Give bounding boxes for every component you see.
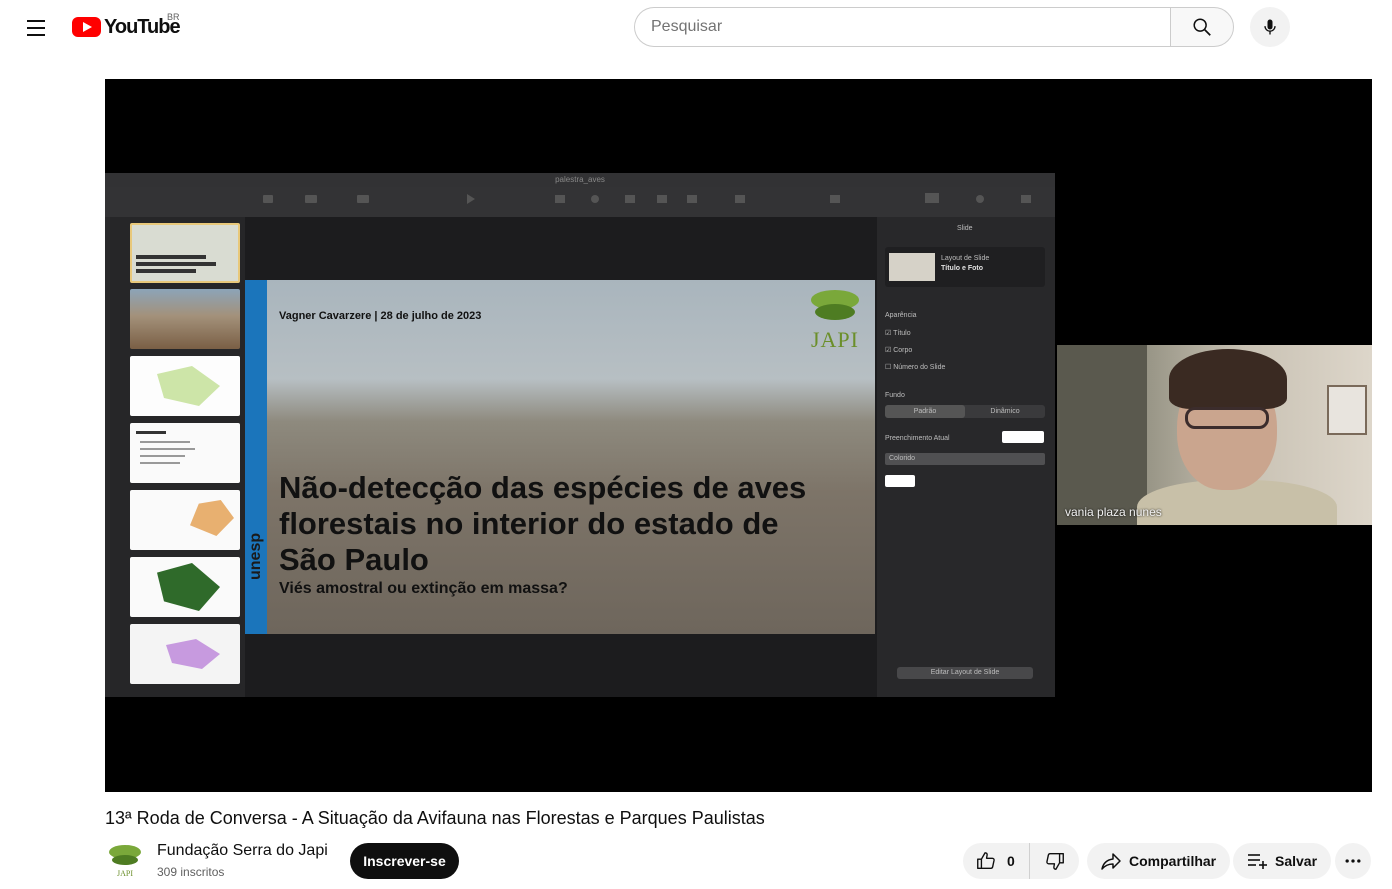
more-actions-button[interactable] xyxy=(1335,843,1371,879)
avatar-text: JAPI xyxy=(117,869,134,878)
appearance-heading: Aparência xyxy=(885,312,917,319)
unesp-logo: unesp xyxy=(247,532,264,580)
video-player[interactable]: palestra_aves unesp Vagner Cavarzere | 2… xyxy=(105,79,1372,792)
person-hair xyxy=(1169,349,1287,409)
japi-logo-text: JAPI xyxy=(810,327,859,352)
wall-cabinet xyxy=(1057,345,1147,525)
layout-value: Título e Foto xyxy=(941,265,983,272)
participant-video: vania plaza nunes xyxy=(1057,345,1372,525)
body-checkbox-label: Corpo xyxy=(893,347,913,354)
title-checkbox-label: Título xyxy=(893,330,911,337)
share-label: Compartilhar xyxy=(1129,853,1217,869)
keynote-window: palestra_aves unesp Vagner Cavarzere | 2… xyxy=(105,173,1055,697)
thumbs-up-icon xyxy=(977,852,995,870)
like-count: 0 xyxy=(1007,853,1015,869)
slide-title: Não-detecção das espécies de aves flores… xyxy=(279,470,807,577)
fill-label: Preenchimento Atual xyxy=(885,435,950,442)
participant-name: vania plaza nunes xyxy=(1065,505,1162,519)
leaf-icon xyxy=(811,290,859,320)
share-button[interactable]: Compartilhar xyxy=(1087,843,1231,879)
slide-canvas: unesp Vagner Cavarzere | 28 de julho de … xyxy=(245,217,877,697)
layout-selector[interactable]: Layout de Slide Título e Foto xyxy=(885,247,1045,287)
body-checkbox[interactable]: ☑ Corpo xyxy=(885,346,912,354)
slide-thumbnail[interactable] xyxy=(130,423,240,483)
like-button[interactable]: 0 xyxy=(963,843,1030,879)
channel-name[interactable]: Fundação Serra do Japi xyxy=(157,842,328,860)
search-input[interactable]: Pesquisar xyxy=(634,7,1171,47)
microphone-icon xyxy=(1264,19,1276,35)
menu-line xyxy=(27,20,45,22)
keynote-toolbar-icons xyxy=(263,193,1031,204)
keynote-titlebar: palestra_aves xyxy=(105,173,1055,187)
share-icon xyxy=(1101,853,1121,870)
color-swatch[interactable] xyxy=(885,475,915,487)
inspector-tab[interactable]: Slide xyxy=(957,225,973,232)
slide-subtitle: Viés amostral ou extinção em massa? xyxy=(279,580,568,597)
fill-type-select[interactable]: Colorido xyxy=(885,453,1045,465)
slide-author-line: Vagner Cavarzere | 28 de julho de 2023 xyxy=(279,310,482,322)
slide-thumbnail[interactable] xyxy=(130,490,240,550)
dislike-button[interactable] xyxy=(1030,843,1079,879)
masthead: YouTube BR Pesquisar xyxy=(0,0,1392,56)
slide-thumbnail[interactable] xyxy=(130,356,240,416)
more-horizontal-icon xyxy=(1345,859,1361,863)
youtube-logo[interactable]: YouTube BR xyxy=(72,12,181,40)
subscriber-count: 309 inscritos xyxy=(157,865,225,879)
search-button[interactable] xyxy=(1170,7,1234,47)
menu-line xyxy=(27,34,45,36)
wall-picture xyxy=(1327,385,1367,435)
youtube-play-icon xyxy=(72,17,101,37)
thumbs-down-icon xyxy=(1045,852,1064,870)
bg-dynamic-option[interactable]: Dinâmico xyxy=(965,405,1045,418)
save-button[interactable]: Salvar xyxy=(1233,843,1332,879)
japi-logo: JAPI xyxy=(800,288,870,368)
layout-label: Layout de Slide xyxy=(941,255,990,262)
slide-thumbnail[interactable] xyxy=(130,557,240,617)
guide-menu-button[interactable] xyxy=(20,12,52,44)
video-title: 13ª Roda de Conversa - A Situação da Avi… xyxy=(105,808,765,828)
title-checkbox[interactable]: ☑ Título xyxy=(885,329,911,337)
edit-layout-button[interactable]: Editar Layout de Slide xyxy=(897,667,1033,679)
bg-standard-option[interactable]: Padrão xyxy=(885,405,965,418)
format-inspector: Slide Layout de Slide Título e Foto Apar… xyxy=(877,217,1055,697)
keynote-toolbar xyxy=(105,187,1055,217)
background-segmented[interactable]: Padrão Dinâmico xyxy=(885,405,1045,418)
fill-color-well[interactable] xyxy=(1002,431,1044,443)
channel-avatar[interactable]: JAPI xyxy=(105,840,145,880)
slide-thumbnail[interactable] xyxy=(130,289,240,349)
slide-thumbnail[interactable] xyxy=(130,223,240,283)
like-dislike-group: 0 xyxy=(963,843,1079,879)
slide-number-checkbox[interactable]: ☐ Número do Slide xyxy=(885,363,945,371)
current-slide: unesp Vagner Cavarzere | 28 de julho de … xyxy=(245,280,875,634)
voice-search-button[interactable] xyxy=(1250,7,1290,47)
playlist-add-icon xyxy=(1248,854,1267,869)
search-icon xyxy=(1193,18,1211,36)
slide-navigator[interactable] xyxy=(110,217,245,697)
subscribe-button[interactable]: Inscrever-se xyxy=(350,843,459,879)
background-heading: Fundo xyxy=(885,392,905,399)
menu-line xyxy=(27,27,45,29)
slide-number-checkbox-label: Número do Slide xyxy=(893,364,946,371)
unesp-strip xyxy=(245,280,267,634)
glasses xyxy=(1185,407,1269,429)
country-code: BR xyxy=(167,12,180,22)
slide-thumbnail[interactable] xyxy=(130,624,240,684)
save-label: Salvar xyxy=(1275,853,1318,869)
